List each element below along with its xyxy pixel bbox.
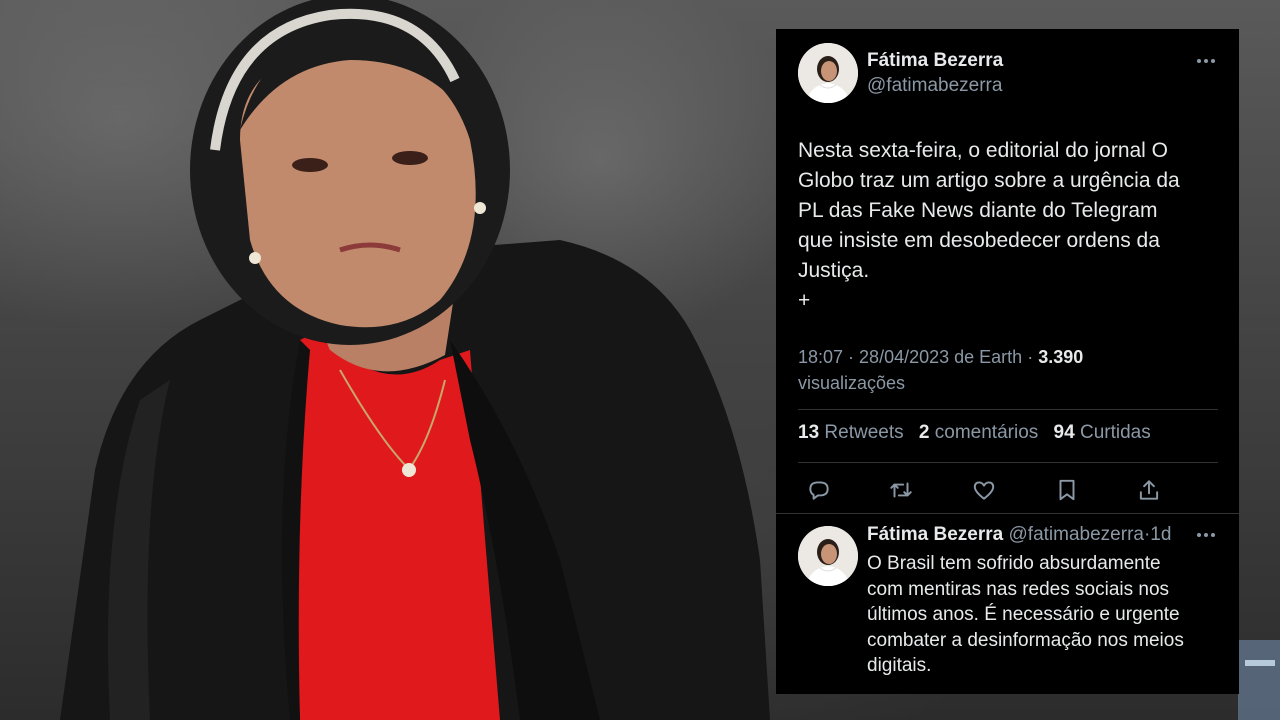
tweet-text-line: PL das Fake News diante do Telegram xyxy=(798,199,1158,222)
reply-text-line: digitais. xyxy=(867,655,932,676)
author-display-name[interactable]: Fátima Bezerra xyxy=(867,50,1003,72)
views-count: 3.390 xyxy=(1038,347,1084,367)
reply-handle[interactable]: @fatimabezerra xyxy=(1009,524,1144,545)
more-options-icon[interactable] xyxy=(1192,51,1220,71)
tweet-stats: 13 Retweets 2 comentários 94 Curtidas xyxy=(798,422,1161,444)
reply-text-line: O Brasil tem sofrido absurdamente xyxy=(867,553,1161,574)
comments-count: 2 xyxy=(918,422,930,443)
reply-display-name[interactable]: Fátima Bezerra xyxy=(867,524,1003,545)
tweet-panel: Fátima Bezerra @fatimabezerra Nesta sext… xyxy=(776,29,1239,694)
tweet-text-line: que insiste em desobedecer ordens da xyxy=(798,229,1160,252)
tweet-text-line: Nesta sexta-feira, o editorial do jornal… xyxy=(798,139,1169,162)
divider xyxy=(798,409,1218,410)
reply-icon[interactable] xyxy=(806,477,832,503)
tweet-time[interactable]: 18:07 xyxy=(798,347,843,367)
reply-header: Fátima Bezerra @fatimabezerra·1d xyxy=(867,524,1171,546)
author-avatar[interactable] xyxy=(798,43,858,103)
likes-stat[interactable]: 94 Curtidas xyxy=(1054,422,1151,443)
reply-text-line: combater a desinformação nos meios xyxy=(867,629,1184,651)
likes-label: Curtidas xyxy=(1079,422,1151,443)
comments-label: comentários xyxy=(934,422,1039,443)
share-icon[interactable] xyxy=(1136,477,1162,503)
tweet-date[interactable]: 28/04/2023 de Earth xyxy=(859,347,1022,367)
likes-count: 94 xyxy=(1053,422,1075,443)
like-icon[interactable] xyxy=(971,477,997,503)
retweets-label: Retweets xyxy=(824,422,904,443)
author-handle[interactable]: @fatimabezerra xyxy=(867,75,1002,97)
tweet-text-line: + xyxy=(798,289,811,312)
tweet-actions xyxy=(798,473,1218,505)
reply-text-line: com mentiras nas redes sociais nos xyxy=(867,578,1170,600)
reply-text: O Brasil tem sofrido absurdamente com me… xyxy=(867,551,1227,679)
reply-time[interactable]: 1d xyxy=(1150,524,1171,545)
retweets-count: 13 xyxy=(798,422,820,443)
profile-avatar-icon xyxy=(798,526,858,586)
bookmark-icon[interactable] xyxy=(1054,477,1080,503)
tweet-metadata: 18:07 · 28/04/2023 de Earth · 3.390 visu… xyxy=(798,347,1084,393)
comments-stat[interactable]: 2 comentários xyxy=(919,422,1038,443)
reply-tweet[interactable]: Fátima Bezerra @fatimabezerra·1d O Brasi… xyxy=(776,514,1239,694)
reply-author-avatar[interactable] xyxy=(798,526,858,586)
main-tweet: Fátima Bezerra @fatimabezerra Nesta sext… xyxy=(776,29,1239,513)
more-options-icon[interactable] xyxy=(1192,525,1220,545)
divider xyxy=(798,462,1218,463)
tweet-text: Nesta sexta-feira, o editorial do jornal… xyxy=(798,136,1218,316)
retweet-icon[interactable] xyxy=(888,477,914,503)
reply-text-line: últimos anos. É necessário e urgente xyxy=(867,604,1180,625)
views-label: visualizações xyxy=(798,373,906,393)
profile-avatar-icon xyxy=(798,43,858,103)
retweets-stat[interactable]: 13 Retweets xyxy=(798,422,904,443)
tweet-text-line: Justiça. xyxy=(798,259,870,282)
tweet-text-line: Globo traz um artigo sobre a urgência da xyxy=(798,169,1180,192)
